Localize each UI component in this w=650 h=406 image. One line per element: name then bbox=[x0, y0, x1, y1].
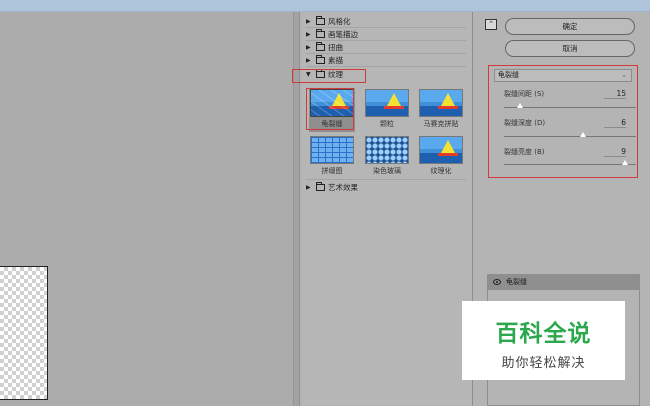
divider bbox=[306, 53, 466, 54]
filter-thumb-label: 纹理化 bbox=[430, 167, 452, 175]
highlight-box-craquelure-thumb bbox=[306, 88, 354, 130]
transparent-canvas-preview bbox=[0, 266, 48, 400]
filter-preview-image bbox=[419, 89, 463, 117]
ok-button[interactable]: 确定 bbox=[505, 18, 635, 35]
category-label: 画笔描边 bbox=[328, 30, 358, 39]
cancel-button[interactable]: 取消 bbox=[505, 40, 635, 57]
filter-thumb-label: 拼缀图 bbox=[321, 167, 343, 175]
folder-icon bbox=[316, 16, 325, 25]
effect-layer-name: 龟裂缝 bbox=[506, 278, 527, 286]
filter-thumb-patchwork[interactable]: 拼缀图 bbox=[309, 135, 355, 179]
folder-icon bbox=[316, 42, 325, 51]
watermark-logo: 百科全说 助你轻松解决 bbox=[462, 301, 625, 380]
filter-thumb-label: 颗粒 bbox=[380, 120, 394, 128]
divider bbox=[306, 40, 466, 41]
folder-icon bbox=[316, 55, 325, 64]
folder-icon bbox=[316, 182, 325, 191]
expand-arrow-icon: ▶ bbox=[306, 184, 311, 191]
filter-preview-image bbox=[310, 136, 354, 164]
category-artistic[interactable]: ▶ 艺术效果 bbox=[306, 182, 358, 193]
category-label: 风格化 bbox=[328, 17, 351, 26]
category-label: 艺术效果 bbox=[328, 183, 358, 192]
expand-arrow-icon: ▶ bbox=[306, 18, 311, 25]
divider bbox=[306, 66, 466, 67]
filter-thumb-texturizer[interactable]: 纹理化 bbox=[418, 135, 464, 179]
highlight-box-parameters bbox=[488, 65, 638, 178]
filter-thumb-label: 马赛克拼贴 bbox=[423, 120, 459, 128]
category-brush-strokes[interactable]: ▶ 画笔描边 bbox=[306, 29, 358, 40]
filter-preview-image bbox=[365, 89, 409, 117]
filter-preview-image bbox=[419, 136, 463, 164]
title-bar bbox=[0, 0, 650, 12]
filter-thumb-label: 染色玻璃 bbox=[373, 167, 401, 175]
category-stylize[interactable]: ▶ 风格化 bbox=[306, 16, 351, 27]
category-label: 素描 bbox=[328, 56, 343, 65]
eye-icon[interactable] bbox=[493, 279, 501, 285]
expand-arrow-icon: ▶ bbox=[306, 44, 311, 51]
effect-layer-row[interactable]: 龟裂缝 bbox=[488, 275, 639, 290]
preview-canvas[interactable] bbox=[0, 12, 300, 406]
folder-icon bbox=[316, 29, 325, 38]
category-label: 扭曲 bbox=[328, 43, 343, 52]
highlight-box-texture-category bbox=[292, 69, 366, 83]
divider bbox=[306, 179, 466, 180]
filter-thumb-stained-glass[interactable]: 染色玻璃 bbox=[364, 135, 410, 179]
filter-thumb-grain[interactable]: 颗粒 bbox=[364, 88, 410, 132]
watermark-subtitle: 助你轻松解决 bbox=[501, 356, 586, 371]
expand-arrow-icon: ▶ bbox=[306, 57, 311, 64]
filter-preview-image bbox=[365, 136, 409, 164]
watermark-title: 百科全说 bbox=[495, 321, 592, 347]
expand-arrow-icon: ▶ bbox=[306, 31, 311, 38]
chevron-up-icon[interactable]: ⌃ bbox=[485, 19, 497, 30]
filter-thumb-mosaic-tiles[interactable]: 马赛克拼贴 bbox=[418, 88, 464, 132]
category-distort[interactable]: ▶ 扭曲 bbox=[306, 42, 343, 53]
category-sketch[interactable]: ▶ 素描 bbox=[306, 55, 343, 66]
divider bbox=[306, 27, 466, 28]
